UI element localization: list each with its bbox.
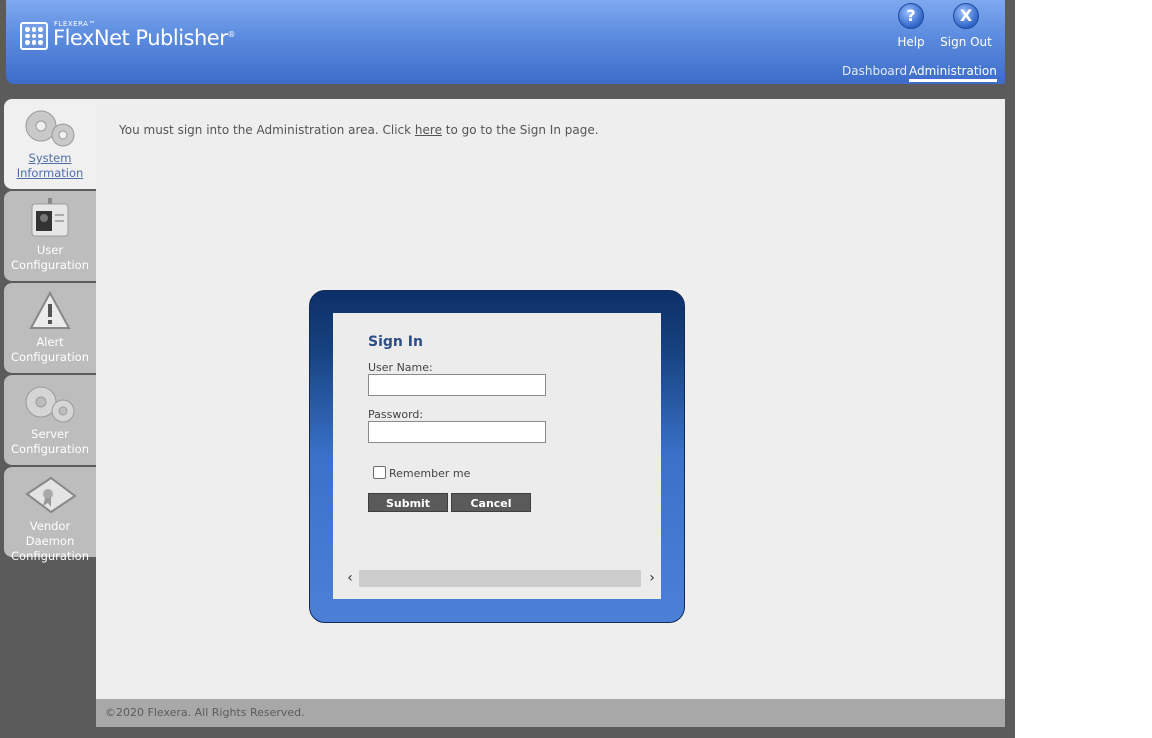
password-label: Password: [368,408,424,421]
sidebar-item-alert-configuration[interactable]: Alert Configuration [4,283,96,373]
certificate-icon [25,476,77,514]
sign-out-icon[interactable]: X [953,3,979,29]
sidebar-item-label[interactable]: User [4,243,96,258]
sign-in-required-message: You must sign into the Administration ar… [119,123,599,137]
sidebar-item-vendor-daemon-configuration[interactable]: Vendor Daemon Configuration [4,467,96,563]
username-field[interactable] [368,374,546,396]
password-field[interactable] [368,421,546,443]
flexnet-logo: FLEXERA™ FlexNet Publisher® [20,20,235,50]
help-label[interactable]: Help [897,35,924,49]
sidebar-item-system-information[interactable]: System Information [4,99,96,189]
help-icon[interactable]: ? [898,3,924,29]
sign-out-label[interactable]: Sign Out [940,35,992,49]
sidebar-item-label[interactable]: Configuration [4,549,96,564]
gears-icon [25,110,75,147]
sidebar-item-server-configuration[interactable]: Server Configuration [4,375,96,465]
sidebar-item-label[interactable]: Configuration [4,258,96,273]
sidebar-item-label[interactable]: Information [4,166,96,181]
submit-button[interactable]: Submit [368,493,448,512]
copyright-text: ©2020 Flexera. All Rights Reserved. [105,706,305,719]
scroll-left-icon[interactable]: ‹ [343,568,357,588]
gears-icon [25,386,75,423]
sign-in-title: Sign In [368,334,423,350]
sidebar-item-label[interactable]: Vendor Daemon [4,519,96,549]
help-button[interactable]: ? Help [881,3,941,49]
id-badge-icon [31,198,69,237]
sidebar-item-label[interactable]: System [4,151,96,166]
remember-me-label[interactable]: Remember me [389,467,470,480]
nav-administration[interactable]: Administration [909,64,997,82]
sign-in-panel: Sign In User Name: Password: Remember me… [333,313,661,599]
sign-out-button[interactable]: X Sign Out [936,3,996,49]
horizontal-scrollbar[interactable]: ‹ › [343,568,659,588]
sign-in-dialog: Sign In User Name: Password: Remember me… [309,290,685,623]
footer: ©2020 Flexera. All Rights Reserved. [96,699,1005,727]
scroll-right-icon[interactable]: › [645,568,659,588]
sidebar: System Information User Configuration Al… [4,99,96,563]
sidebar-item-label[interactable]: Configuration [4,350,96,365]
remember-me-checkbox[interactable] [373,466,386,479]
sidebar-item-label[interactable]: Alert [4,335,96,350]
username-label: User Name: [368,361,433,374]
scrollbar-track[interactable] [359,570,641,587]
sidebar-item-label[interactable]: Server [4,427,96,442]
sidebar-item-label[interactable]: Configuration [4,442,96,457]
brand-name: FlexNet Publisher® [53,26,235,50]
header-bar: FLEXERA™ FlexNet Publisher® ? Help X Sig… [6,0,1005,84]
sidebar-item-user-configuration[interactable]: User Configuration [4,191,96,281]
warning-icon [29,290,71,329]
nav-dashboard[interactable]: Dashboard [842,64,907,78]
logo-grid-icon [20,22,48,50]
cancel-button[interactable]: Cancel [451,493,531,512]
sign-in-page-link[interactable]: here [415,123,442,137]
